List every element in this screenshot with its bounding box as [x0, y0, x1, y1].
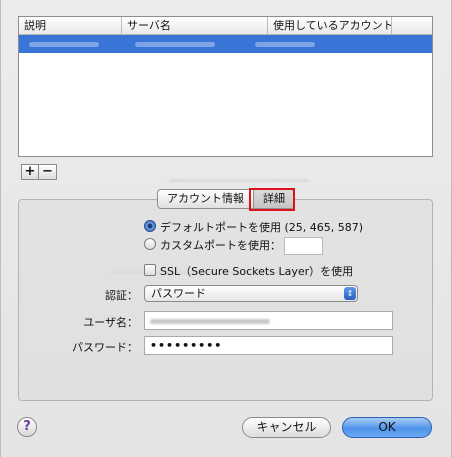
ssl-checkbox[interactable]	[144, 264, 156, 276]
password-label: パスワード：	[72, 341, 138, 354]
cancel-button[interactable]: キャンセル	[242, 417, 331, 438]
server-list-table[interactable]: 説明 サーバ名 使用しているアカウント	[18, 16, 433, 157]
table-row-selected[interactable]	[19, 35, 432, 53]
blurred-cell	[29, 41, 99, 47]
add-remove-group: + −	[21, 164, 57, 180]
remove-server-button[interactable]: −	[39, 164, 57, 180]
auth-label: 認証：	[105, 289, 138, 302]
table-header: 説明 サーバ名 使用しているアカウント	[19, 17, 432, 35]
background-blur: ━━━━━━━━━━━━━━━━━━━━━━━	[170, 176, 309, 187]
blurred-cell	[135, 41, 215, 47]
username-field[interactable]	[144, 311, 393, 330]
custom-port-radio[interactable]	[144, 238, 156, 250]
blurred-username	[150, 319, 270, 324]
username-label: ユーザ名：	[83, 316, 138, 329]
ok-button[interactable]: OK	[342, 417, 432, 438]
column-header-account-in-use[interactable]: 使用しているアカウント	[268, 17, 392, 34]
default-port-radio[interactable]	[144, 220, 156, 232]
custom-port-label: カスタムポートを使用：	[160, 239, 281, 252]
password-field[interactable]: •••••••••	[144, 336, 393, 355]
blurred-cell	[255, 41, 315, 47]
auth-popup-value: パスワード	[151, 287, 206, 300]
column-header-empty	[392, 17, 432, 34]
custom-port-field[interactable]	[284, 237, 323, 255]
ssl-label: SSL（Secure Sockets Layer）を使用	[160, 265, 354, 278]
add-server-button[interactable]: +	[21, 164, 39, 180]
popup-arrows-icon: ⇕	[344, 287, 356, 300]
help-button[interactable]: ?	[17, 417, 37, 437]
column-header-server-name[interactable]: サーバ名	[122, 17, 268, 34]
column-header-description[interactable]: 説明	[19, 17, 122, 34]
auth-popup[interactable]: パスワード ⇕	[144, 285, 358, 302]
tab-account-info[interactable]: アカウント情報	[157, 189, 254, 209]
highlight-box	[249, 188, 295, 211]
default-port-label: デフォルトポートを使用 (25, 465, 587)	[160, 221, 364, 234]
